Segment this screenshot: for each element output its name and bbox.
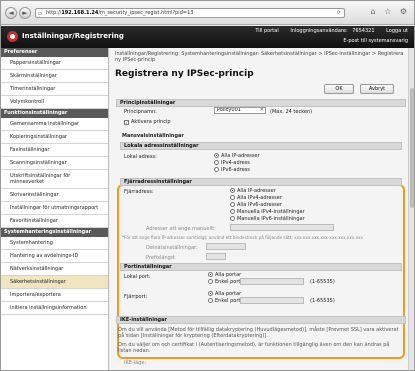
local-radio-ipv4[interactable]: IPv4-adress (214, 160, 250, 166)
ike-info-2: Om du väljer om och certifikat i (Autent… (118, 342, 390, 354)
sidebar-item[interactable]: Importera/exportera (1, 289, 108, 302)
header-nav: Till portal Inloggningsanvändare: 765432… (245, 28, 408, 44)
remote-radio-manual-ipv6[interactable]: Manuella IPv6-inställningar (230, 216, 305, 222)
mail-admin-link[interactable]: E-post till systemansvarig (255, 38, 408, 44)
local-port-radio-all[interactable]: Alla portar (208, 272, 241, 278)
policy-name-hint: (Max. 24 tecken) (270, 109, 313, 115)
prefix-input[interactable] (206, 253, 226, 260)
page-title: Registrera ny IPSec-princip (115, 69, 254, 79)
sidebar-item-security[interactable]: Säkerhetsinställningar (1, 276, 108, 289)
sidebar-item[interactable]: Favoritinställningar (1, 215, 108, 228)
sidebar-item[interactable]: Skrivarinställningar (1, 189, 108, 202)
back-arrow-icon: ◄ (8, 9, 14, 17)
sidebar-heading: Systemhanteringsinställningar (1, 228, 108, 237)
subnet-label: Delnätsinställningar: (146, 245, 198, 251)
url-path: /m_security_ipsec_regist.html?pid=13 (98, 10, 194, 16)
ike-mode-label: IKE-läge: (124, 360, 147, 366)
cancel-button[interactable]: Avbryt (360, 84, 394, 94)
remote-port-range: (1-65535) (310, 298, 335, 304)
local-radio-ipv6[interactable]: IPv6-adress (214, 167, 250, 173)
login-user-id: 7654321 (352, 28, 375, 34)
remote-address-label: Fjärradress: (124, 189, 154, 195)
prefix-label: Prefixlängd: (146, 255, 176, 261)
local-address-heading: Lokala adressinställningar (120, 142, 402, 150)
ike-info-1: Om du vill använda [Metod för tillfällig… (118, 327, 399, 339)
sidebar: Preferenser Pappersinställningar Skärmin… (1, 48, 109, 370)
sidebar-heading: Funktionsinställningar (1, 109, 108, 118)
app-logo-icon (7, 31, 18, 42)
sidebar-item[interactable]: Utskriftsinställningar för minnesverket (1, 170, 108, 189)
remote-radio-manual-ipv4[interactable]: Manuella IPv4-inställningar (230, 209, 305, 215)
remote-port-input[interactable] (240, 297, 304, 304)
clear-icon[interactable]: ✕ (260, 108, 264, 113)
subnet-input[interactable] (206, 243, 246, 250)
sidebar-item[interactable]: Kopieringsinställningar (1, 131, 108, 144)
ike-section-heading: IKE-inställningar (116, 316, 406, 324)
breadcrumb[interactable]: Inställningar/Registrering: Systemhanter… (115, 51, 405, 63)
sidebar-item[interactable]: Timerinställningar (1, 83, 108, 96)
back-button[interactable]: ◄ (5, 7, 17, 19)
sidebar-item[interactable]: Faxinställningar (1, 144, 108, 157)
policy-name-input[interactable]: Policy001 ✕ (214, 107, 266, 114)
local-address-label: Lokal adress: (124, 154, 157, 160)
sidebar-item[interactable]: Pappersinställningar (1, 57, 108, 70)
page-icon: ▫ (38, 10, 43, 17)
browser-toolbar: ◄ ► ▫ http://192.168.1.24/m_security_ips… (1, 1, 414, 25)
local-port-label: Lokal port: (124, 274, 151, 280)
portal-link[interactable]: Till portal (255, 28, 278, 34)
browser-window: ◄ ► ▫ http://192.168.1.24/m_security_ips… (0, 0, 415, 371)
sidebar-item[interactable]: Gemensamma inställningar (1, 118, 108, 131)
browser-toolbar-icons[interactable]: ⌂ ☆ ⚙ (370, 7, 410, 16)
local-radio-all[interactable]: Alla IP-adresser (214, 153, 260, 159)
sidebar-item[interactable]: Nätverksinställningar (1, 263, 108, 276)
selector-section-heading: Mansvalsinställningar (122, 133, 184, 139)
remote-address-heading: Fjärradressinställningar (120, 178, 402, 186)
sidebar-item[interactable]: Systemhantering (1, 237, 108, 250)
sidebar-item[interactable]: Inställningar för utmatningsrapport (1, 202, 108, 215)
app-header: Inställningar/Registrering Till portal I… (1, 26, 414, 48)
local-port-range: (1-65535) (310, 279, 335, 285)
remote-port-radio-all[interactable]: Alla portar (208, 291, 241, 297)
remote-radio-ipv4[interactable]: Alla IPv4-adresser (230, 195, 282, 201)
app-title: Inställningar/Registrering (22, 32, 124, 40)
remote-radio-ipv6[interactable]: Alla IPv6-adresser (230, 202, 282, 208)
forward-arrow-icon: ► (22, 9, 28, 17)
port-heading: Portinställningar (120, 263, 402, 271)
ok-button[interactable]: OK (324, 84, 354, 94)
sidebar-item[interactable]: Hantering av avdelnings-ID (1, 250, 108, 263)
remote-radio-all[interactable]: Alla IP-adresser (230, 188, 276, 194)
local-port-radio-single[interactable]: Enkel port (208, 279, 240, 285)
remote-port-label: Fjärrport: (124, 294, 148, 300)
scrollbar-thumb[interactable] (410, 88, 414, 208)
url-host: 192.168.1.24 (61, 10, 99, 16)
sidebar-item[interactable]: Skärminställningar (1, 70, 108, 83)
sidebar-item[interactable]: Initiera inställningsinformation (1, 302, 108, 315)
policy-name-label: Principnamn: (124, 109, 157, 115)
sidebar-item[interactable]: Scanningsinställningar (1, 157, 108, 170)
manual-address-hint: *För att ange flera IP-adresser samtidig… (122, 235, 364, 240)
forward-button[interactable]: ► (19, 7, 31, 19)
local-port-input[interactable] (240, 278, 304, 285)
address-bar[interactable]: ▫ http://192.168.1.24/m_security_ipsec_r… (35, 8, 345, 18)
checkmark-icon: ✓ (124, 120, 129, 125)
manual-address-input[interactable] (230, 224, 334, 231)
policy-section-heading: Principinställningar (116, 99, 406, 107)
sidebar-item[interactable]: Volymkontroll (1, 96, 108, 109)
manual-address-label: Adresser att ange manuellt: (146, 226, 216, 232)
remote-port-radio-single[interactable]: Enkel port (208, 298, 240, 304)
page-scrollbar[interactable] (408, 48, 414, 370)
sidebar-heading: Preferenser (1, 48, 108, 57)
main-content: Inställningar/Registrering: Systemhanter… (110, 48, 414, 370)
logout-link[interactable]: Logga ut (386, 28, 408, 34)
refresh-icon[interactable]: ⟳ (337, 9, 341, 17)
login-user-label: Inloggningsanvändare: (290, 28, 348, 34)
enable-policy-checkbox[interactable]: ✓ Aktivera princip (124, 119, 171, 125)
